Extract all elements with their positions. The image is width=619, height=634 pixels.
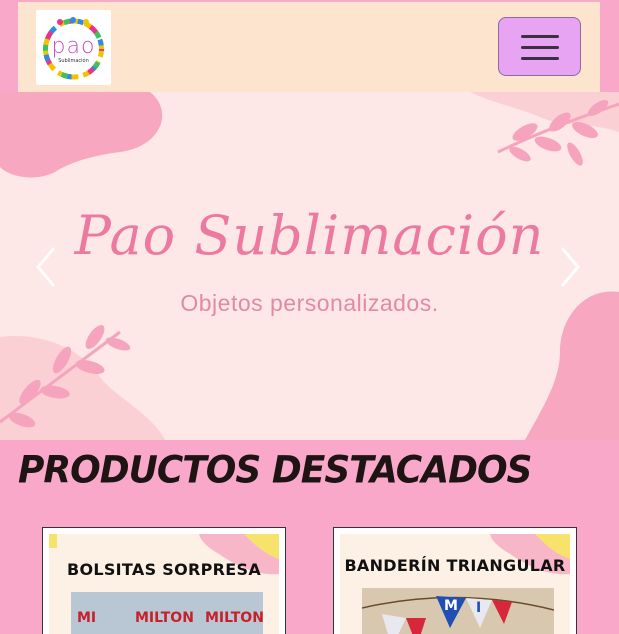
product-card-image: BANDERÍN TRIANGULAR M I [340, 534, 570, 634]
hero-carousel: Pao Sublimación Objetos personalizados. [0, 92, 619, 440]
menu-toggle-button[interactable] [498, 17, 581, 76]
hero-title: Pao Sublimación [74, 204, 545, 267]
carousel-prev-button[interactable] [30, 242, 60, 292]
hamburger-icon-bar [521, 57, 559, 60]
section-title-products: PRODUCTOS DESTACADOS [18, 448, 532, 493]
brand-logo[interactable]: pao Sublimación [36, 10, 111, 85]
pennant-banner-icon [362, 596, 554, 634]
product-card[interactable]: BANDERÍN TRIANGULAR M I [333, 527, 577, 634]
chevron-left-icon [36, 247, 56, 287]
hamburger-icon [521, 35, 559, 38]
chevron-right-icon [560, 247, 580, 287]
product-title: BANDERÍN TRIANGULAR [344, 556, 566, 575]
product-photo: MI MILTON MILTON [71, 592, 264, 634]
carousel-next-button[interactable] [556, 242, 586, 292]
hamburger-icon-bar [521, 46, 559, 49]
product-card-image: BOLSITAS SORPRESA MI MILTON MILTON [49, 534, 279, 634]
navbar: pao Sublimación [18, 2, 600, 92]
page: pao Sublimación Pao Sublimación Objetos … [0, 0, 619, 634]
hero-subtitle: Objetos personalizados. [180, 290, 439, 316]
photo-label: MILTON [205, 610, 264, 626]
product-photo: M I [362, 588, 554, 634]
product-title: BOLSITAS SORPRESA [66, 560, 262, 579]
photo-label: MILTON [135, 610, 194, 626]
logo-subtext: Sublimación [58, 58, 89, 64]
product-card[interactable]: BOLSITAS SORPRESA MI MILTON MILTON [42, 527, 286, 634]
logo-text: pao [51, 34, 96, 59]
photo-label: I [476, 600, 482, 616]
photo-label: MI [77, 610, 97, 626]
photo-label: M [444, 598, 458, 614]
